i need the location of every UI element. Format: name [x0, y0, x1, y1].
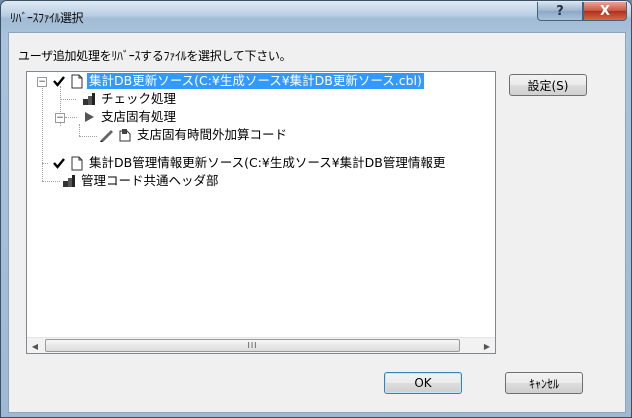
tree-connector [42, 181, 60, 182]
arrow-icon [81, 109, 97, 125]
close-button[interactable]: X [583, 2, 627, 21]
dialog-client-area: ユーザ追加処理をﾘﾊﾞｰｽするﾌｧｲﾙを選択して下さい。 − 集計DB更新ソース… [8, 32, 626, 413]
scroll-right-arrow-icon[interactable]: ▶ [479, 338, 495, 353]
tree-node[interactable]: 支店固有処理 [81, 108, 178, 126]
scroll-left-arrow-icon[interactable]: ◀ [27, 338, 43, 353]
scrollbar-grip: III [247, 341, 258, 350]
tree-node[interactable]: 支店固有時間外加算コード [99, 126, 289, 144]
title-bar[interactable]: ﾘﾊﾞｰｽﾌｧｲﾙ選択 ? X [1, 1, 631, 33]
instruction-label: ユーザ追加処理をﾘﾊﾞｰｽするﾌｧｲﾙを選択して下さい。 [18, 49, 292, 63]
tree-node[interactable]: 集計DB管理情報更新ソース(C:¥生成ソース¥集計DB管理情報更 [51, 154, 447, 172]
tree-content: − 集計DB更新ソース(C:¥生成ソース¥集計DB更新ソース.cbl) チェック… [27, 72, 495, 337]
help-button[interactable]: ? [537, 2, 583, 21]
collapse-toggle[interactable]: − [37, 77, 47, 87]
settings-button[interactable]: 設定(S) [509, 74, 587, 96]
tree-connector [60, 99, 76, 100]
scrollbar-thumb[interactable]: III [45, 339, 460, 352]
tree-node-label: チェック処理 [101, 91, 177, 106]
tree-node-label: 支店固有処理 [101, 109, 177, 124]
tree-connector [42, 86, 43, 181]
ok-button[interactable]: OK [384, 372, 462, 394]
tree-node[interactable]: 集計DB更新ソース(C:¥生成ソース¥集計DB更新ソース.cbl) [51, 72, 424, 90]
pencil-icon [99, 127, 115, 143]
collapse-toggle[interactable]: − [55, 113, 65, 123]
routine-icon [61, 173, 77, 189]
dialog-window: ﾘﾊﾞｰｽﾌｧｲﾙ選択 ? X ユーザ追加処理をﾘﾊﾞｰｽするﾌｧｲﾙを選択して… [0, 0, 632, 418]
cancel-button[interactable]: ｷｬﾝｾﾙ [505, 372, 583, 394]
routine-icon [81, 91, 97, 107]
tree-node-label: 支店固有時間外加算コード [137, 127, 288, 142]
cancel-button-label: ｷｬﾝｾﾙ [528, 376, 559, 391]
checkmark-icon [51, 73, 67, 89]
close-icon: X [599, 3, 611, 19]
help-icon: ? [556, 3, 564, 19]
tree-node[interactable]: チェック処理 [81, 90, 178, 108]
document-icon [69, 73, 85, 89]
edit-routine-icon [117, 127, 133, 143]
tree-connector [42, 163, 48, 164]
tree-node[interactable]: 管理コード共通ヘッダ部 [61, 172, 221, 190]
tree-connector [65, 117, 77, 118]
file-tree-view[interactable]: − 集計DB更新ソース(C:¥生成ソース¥集計DB更新ソース.cbl) チェック… [26, 71, 496, 354]
tree-connector [79, 124, 80, 136]
ok-button-label: OK [414, 376, 432, 390]
document-icon [69, 155, 85, 171]
settings-button-label: 設定(S) [527, 78, 569, 93]
tree-node-label: 管理コード共通ヘッダ部 [81, 173, 219, 188]
tree-node-label: 集計DB更新ソース(C:¥生成ソース¥集計DB更新ソース.cbl) [87, 73, 424, 89]
window-title: ﾘﾊﾞｰｽﾌｧｲﾙ選択 [10, 11, 84, 25]
horizontal-scrollbar[interactable]: ◀ III ▶ [27, 337, 495, 353]
tree-node-label: 集計DB管理情報更新ソース(C:¥生成ソース¥集計DB管理情報更 [89, 155, 446, 170]
checkmark-icon [51, 155, 67, 171]
tree-connector [79, 136, 97, 137]
